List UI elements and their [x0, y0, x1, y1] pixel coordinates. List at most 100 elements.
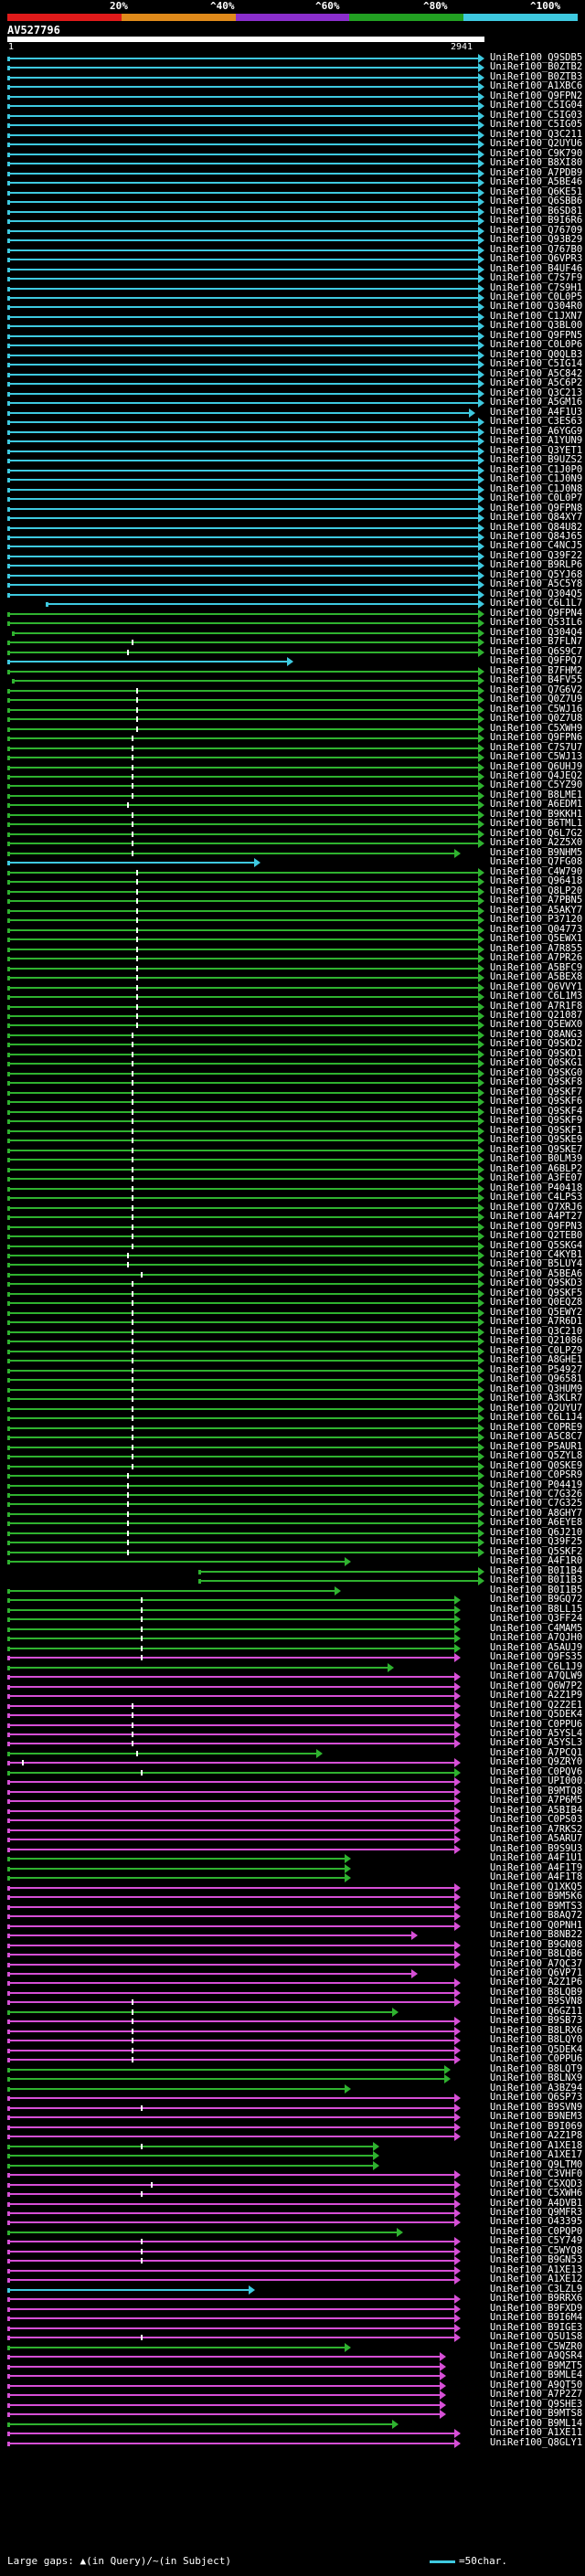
hit-line — [7, 1101, 479, 1104]
hit-line — [7, 460, 479, 462]
hit-line — [7, 1216, 479, 1219]
hit-line — [7, 2365, 441, 2368]
hit-line — [7, 1752, 317, 1754]
hit-line — [7, 1484, 479, 1487]
gap-marker — [131, 1999, 133, 2006]
gap-marker — [131, 1290, 133, 1297]
hit-label[interactable]: UniRef100_Q8GLY1 — [490, 2437, 582, 2448]
hit-line — [7, 2116, 455, 2119]
gap-marker — [141, 1636, 144, 1642]
gap-marker — [141, 1271, 144, 1277]
hit-line — [7, 2155, 375, 2157]
gap-marker — [131, 2057, 133, 2063]
hit-line — [7, 498, 479, 501]
hit-line — [197, 1570, 479, 1573]
gap-marker — [135, 879, 138, 885]
hit-line — [7, 871, 479, 874]
gap-marker — [131, 811, 133, 818]
hit-line — [7, 2106, 455, 2109]
hit-line — [7, 1120, 479, 1123]
gap-marker — [141, 2143, 144, 2149]
hit-row[interactable]: UniRef100_Q8GLY1 — [0, 2437, 585, 2448]
hit-line — [7, 278, 479, 281]
hit-line — [7, 565, 479, 567]
gap-marker — [135, 907, 138, 914]
hit-line — [7, 1542, 479, 1544]
hit-line — [7, 2356, 441, 2359]
gap-marker — [135, 687, 138, 694]
hit-line — [7, 862, 255, 864]
gap-marker — [131, 2028, 133, 2034]
hit-line — [7, 546, 479, 548]
hit-line — [7, 1292, 479, 1295]
gap-marker — [135, 917, 138, 924]
hit-line — [7, 2394, 441, 2397]
hit-line — [7, 1283, 479, 1286]
hit-line — [7, 334, 479, 337]
gap-marker — [131, 1099, 133, 1106]
gap-marker — [131, 1176, 133, 1182]
hit-line — [7, 2288, 250, 2291]
hit-line — [7, 1991, 455, 1994]
hit-line — [7, 2059, 455, 2062]
hit-line — [7, 2422, 394, 2425]
gap-marker — [131, 1138, 133, 1144]
hit-line — [7, 1063, 479, 1065]
hit-line — [7, 1456, 479, 1458]
hit-line — [7, 986, 479, 989]
hit-line — [7, 1647, 455, 1649]
hit-line — [7, 804, 479, 807]
hit-line — [7, 2125, 455, 2128]
hit-line — [7, 2068, 446, 2071]
hit-line — [7, 536, 479, 538]
gap-marker — [126, 1492, 129, 1498]
gap-marker — [131, 2009, 133, 2015]
gap-marker — [135, 888, 138, 895]
gap-marker — [126, 1549, 129, 1555]
hit-line — [7, 2020, 455, 2023]
gap-marker — [131, 1386, 133, 1393]
gap-marker — [131, 1281, 133, 1288]
gap-marker — [135, 927, 138, 933]
hit-line — [7, 1140, 479, 1142]
hit-line — [7, 1867, 346, 1870]
hit-line — [7, 2164, 375, 2167]
scale-segment-purple — [235, 14, 350, 21]
hit-line — [7, 1330, 479, 1333]
gap-marker — [141, 1606, 144, 1613]
hit-line — [7, 1685, 455, 1688]
hit-line — [7, 315, 479, 318]
gap-marker — [131, 1042, 133, 1048]
gap-marker — [126, 1253, 129, 1258]
hit-line — [7, 2433, 455, 2435]
identity-color-scale — [7, 14, 578, 21]
gap-marker — [126, 1473, 129, 1479]
hit-line — [7, 210, 479, 213]
gap-marker — [126, 1530, 129, 1536]
gap-marker — [131, 1309, 133, 1316]
hit-line — [7, 1245, 479, 1247]
hit-line — [7, 430, 479, 433]
hit-line — [7, 1235, 479, 1238]
hit-line — [7, 1024, 479, 1027]
hit-line — [7, 766, 479, 769]
hit-line — [7, 1589, 336, 1592]
hit-line — [7, 1877, 346, 1880]
gap-marker — [131, 1377, 133, 1383]
gap-marker — [131, 764, 133, 770]
hit-line — [7, 1350, 479, 1352]
hit-line — [7, 2384, 441, 2387]
scale-label-20: 20% — [110, 0, 128, 12]
hit-line — [7, 574, 479, 577]
gap-marker — [131, 1128, 133, 1134]
hit-line — [7, 1944, 455, 1946]
hit-line — [7, 2327, 455, 2329]
gap-marker — [141, 1769, 144, 1776]
hit-line — [7, 411, 470, 414]
hit-line — [7, 747, 479, 749]
hit-line — [7, 1321, 479, 1324]
scale-label-60: ^60% — [315, 0, 340, 12]
hit-line — [7, 958, 479, 960]
hit-line — [7, 1954, 455, 1956]
hit-line — [7, 1426, 479, 1429]
